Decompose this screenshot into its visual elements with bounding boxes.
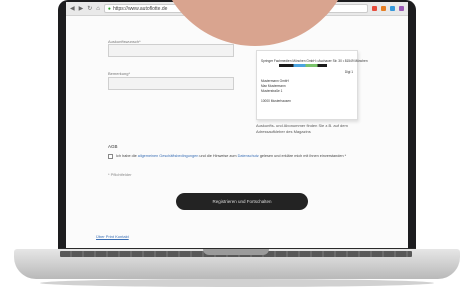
footer-link[interactable]: Über Print Kontakt <box>96 234 129 239</box>
address-label-sample: Springer Fachmedien München GmbH • Ascha… <box>256 50 368 120</box>
sender-line: Springer Fachmedien München GmbH • Ascha… <box>261 59 368 63</box>
reload-icon[interactable]: ↻ <box>87 6 92 12</box>
back-icon[interactable]: ◀ <box>70 6 75 12</box>
address-bar-text: https://www.autoflotte.de <box>112 5 168 12</box>
extension-icon[interactable] <box>381 6 386 11</box>
register-button[interactable]: Registrieren und Fortschalten <box>176 193 308 210</box>
consent-text: Ich habe die allgemeinen Geschäftsbeding… <box>116 154 376 158</box>
forward-icon[interactable]: ▶ <box>79 6 84 12</box>
inquiry-input[interactable] <box>108 44 234 57</box>
field-label: Bemerkung* <box>108 71 131 76</box>
extension-icon[interactable] <box>372 6 377 11</box>
consent-checkbox[interactable] <box>108 154 113 159</box>
terms-link[interactable]: allgemeinen Geschäftsbedingungen <box>138 154 199 158</box>
laptop-shadow <box>40 279 434 287</box>
consent-text-part: und die Hinweise zum <box>199 154 237 158</box>
recipient-line: Max Mustermann <box>261 84 286 88</box>
recipient-line: Mustermann GmbH <box>261 79 289 83</box>
consent-text-part: gelesen und erkläre mich mit ihnen einve… <box>259 154 347 158</box>
extension-icon[interactable] <box>399 6 404 11</box>
recipient-line: Musterstraße 1 <box>261 89 283 93</box>
home-icon[interactable]: ⌂ <box>96 6 100 12</box>
scene: ◀ ▶ ↻ ⌂ ● https://www.autoflotte.de Ausk… <box>0 0 472 299</box>
laptop-base-notch <box>203 249 269 255</box>
extension-icon[interactable] <box>390 6 395 11</box>
lock-icon: ● <box>107 5 111 12</box>
recipient-line: 10000 Musterhausen <box>261 99 291 103</box>
hint-text: Auskunfts- und Abonummer finden Sie z.B.… <box>256 123 348 134</box>
barcode <box>279 64 327 67</box>
required-note: * Pflichtfelder <box>108 172 132 177</box>
privacy-link[interactable]: Datenschutz <box>238 154 259 158</box>
section-title: AGB <box>108 144 118 149</box>
remark-input[interactable] <box>108 77 234 90</box>
envelope-code: Digi 1 <box>344 70 353 74</box>
consent-text-part: Ich habe die <box>116 154 137 158</box>
